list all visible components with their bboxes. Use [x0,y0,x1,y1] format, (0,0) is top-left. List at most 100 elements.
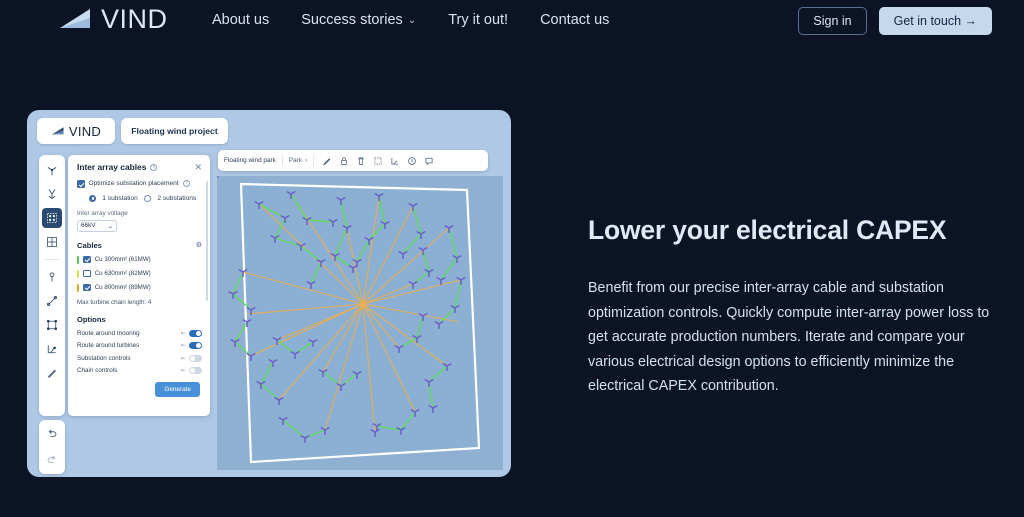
brand-logo[interactable]: VIND [57,4,168,34]
optimize-substation-checkbox[interactable] [77,180,85,188]
radio-2-substations-label: 2 substations [157,194,197,202]
history-icon[interactable] [407,156,417,166]
pencil-tool-icon[interactable] [42,363,62,383]
brand-name: VIND [101,4,168,34]
cable-label: Cu 630mm² (82MW) [94,270,151,277]
gear-icon[interactable]: ⚙ [196,241,202,249]
toolbar-divider [313,155,315,166]
option-row[interactable]: Route around mooring ⇤ [77,329,202,337]
substation-count-options: 1 substation 2 substations [83,194,202,202]
nav-link-label: About us [212,12,270,28]
option-label: Chain controls [77,367,118,374]
sign-in-button[interactable]: Sign in [798,7,867,35]
get-in-touch-button[interactable]: Get in touch → [878,7,992,35]
option-toggle[interactable] [189,342,202,349]
hero-copy: Lower your electrical CAPEX Benefit from… [588,214,992,399]
nav-link-success-stories[interactable]: Success stories ⌄ [301,10,416,30]
generate-row: Generate [77,382,202,397]
chevron-down-icon: ⌄ [107,222,113,230]
area-tool-icon[interactable] [42,339,62,359]
max-chain-length-text: Max turbine chain length: 4 [77,298,152,306]
cable-list-item[interactable]: Cu 800mm² (89MW) [77,283,202,292]
option-row[interactable]: Route around turbines ⇤ [77,342,202,349]
pin-tool-icon[interactable] [42,267,62,287]
breadcrumb-layer-label: Park [288,157,303,164]
grid-tool-icon[interactable] [42,232,62,252]
option-row[interactable]: Substation controls ⇤ [77,354,202,362]
nav-actions: Sign in Get in touch → [798,7,992,35]
undo-button-icon[interactable] [42,424,62,444]
toolbar-divider [281,155,283,166]
wind-farm-map-canvas[interactable] [217,176,503,470]
option-slider-icon: ⇤ [180,355,186,362]
app-window: VIND Floating wind project Inter array c… [37,118,503,474]
generate-button[interactable]: Generate [155,382,200,397]
option-toggle[interactable] [189,329,202,337]
app-preview-card: VIND Floating wind project Inter array c… [27,110,511,477]
nav-link-contact-us[interactable]: Contact us [540,10,609,30]
cable-color-swatch [77,255,80,264]
nav-link-label: Contact us [540,12,610,28]
lock-icon[interactable] [339,156,349,166]
rail-divider [44,259,60,260]
array-layout-tool-icon[interactable] [42,208,62,228]
option-toggle[interactable] [189,354,202,362]
comment-icon[interactable] [424,156,434,166]
cable-list-item[interactable]: Cu 630mm² (82MW) [77,269,202,278]
panel-title: Inter array cables [77,162,147,172]
info-icon[interactable]: ? [182,180,190,188]
cable-label: Cu 800mm² (89MW) [94,284,151,291]
inter-array-cables-panel: Inter array cables ? ✕ Optimize substati… [68,155,210,416]
edit-pencil-icon[interactable] [322,156,332,166]
cable-checkbox[interactable] [83,255,91,264]
optimize-substation-row[interactable]: Optimize substation placement ? [77,180,202,188]
breadcrumb-layer[interactable]: Park › [289,157,307,164]
cable-checkbox[interactable] [83,269,91,278]
nav-link-label: Success stories [301,12,403,28]
info-icon[interactable]: ? [150,163,158,171]
cable-list-item[interactable]: Cu 300mm² (61MW) [77,255,202,264]
vind-wave-logo-icon [57,6,99,32]
cables-section-header: Cables ⚙ [77,241,202,250]
option-slider-icon: ⇤ [180,343,186,349]
nav-link-about-us[interactable]: About us [212,10,269,30]
map-area: Floating wind park Park › [217,150,503,470]
close-icon[interactable]: ✕ [194,162,202,172]
cables-heading: Cables [77,240,102,250]
breadcrumb-project[interactable]: Floating wind park [224,157,276,164]
project-name-chip[interactable]: Floating wind project [121,118,228,144]
nav-links: About us Success stories ⌄ Try it out! C… [212,10,609,30]
measure-icon[interactable] [390,156,400,166]
ruler-tool-icon[interactable] [42,291,62,311]
cable-checkbox[interactable] [83,283,91,292]
trash-icon[interactable] [356,156,366,166]
nav-link-try-it-out[interactable]: Try it out! [448,10,508,30]
map-toolbar: Floating wind park Park › [218,150,488,171]
app-logo-text: VIND [68,123,102,139]
chevron-right-icon: › [305,157,308,164]
panel-scrollbar[interactable] [205,181,208,301]
hero-body-text: Benefit from our precise inter-array cab… [588,280,990,394]
redo-button-icon[interactable] [42,450,62,470]
radio-1-substation[interactable] [88,194,97,202]
app-logo-chip[interactable]: VIND [37,118,115,144]
cable-color-swatch [77,269,80,278]
panel-title-group: Inter array cables ? [77,162,158,172]
chevron-down-icon: ⌄ [407,15,417,26]
cable-color-swatch [77,283,80,292]
page-title: Lower your electrical CAPEX [588,215,947,245]
voltage-select[interactable]: 66kV ⌄ [77,219,117,232]
option-toggle[interactable] [189,367,202,374]
option-row[interactable]: Chain controls ⇤ [77,367,202,374]
polygon-tool-icon[interactable] [42,315,62,335]
option-label: Substation controls [77,354,131,362]
voltage-field-label: Inter array voltage [77,210,128,217]
map-tool-icons [322,156,434,166]
select-area-icon[interactable] [373,156,383,166]
turbine-tool-icon[interactable] [42,160,62,180]
radio-2-substations[interactable] [143,194,152,202]
option-label: Route around turbines [77,342,140,349]
tool-rail [39,155,65,416]
mooring-tool-icon[interactable] [42,184,62,204]
option-slider-icon: ⇤ [180,330,186,337]
